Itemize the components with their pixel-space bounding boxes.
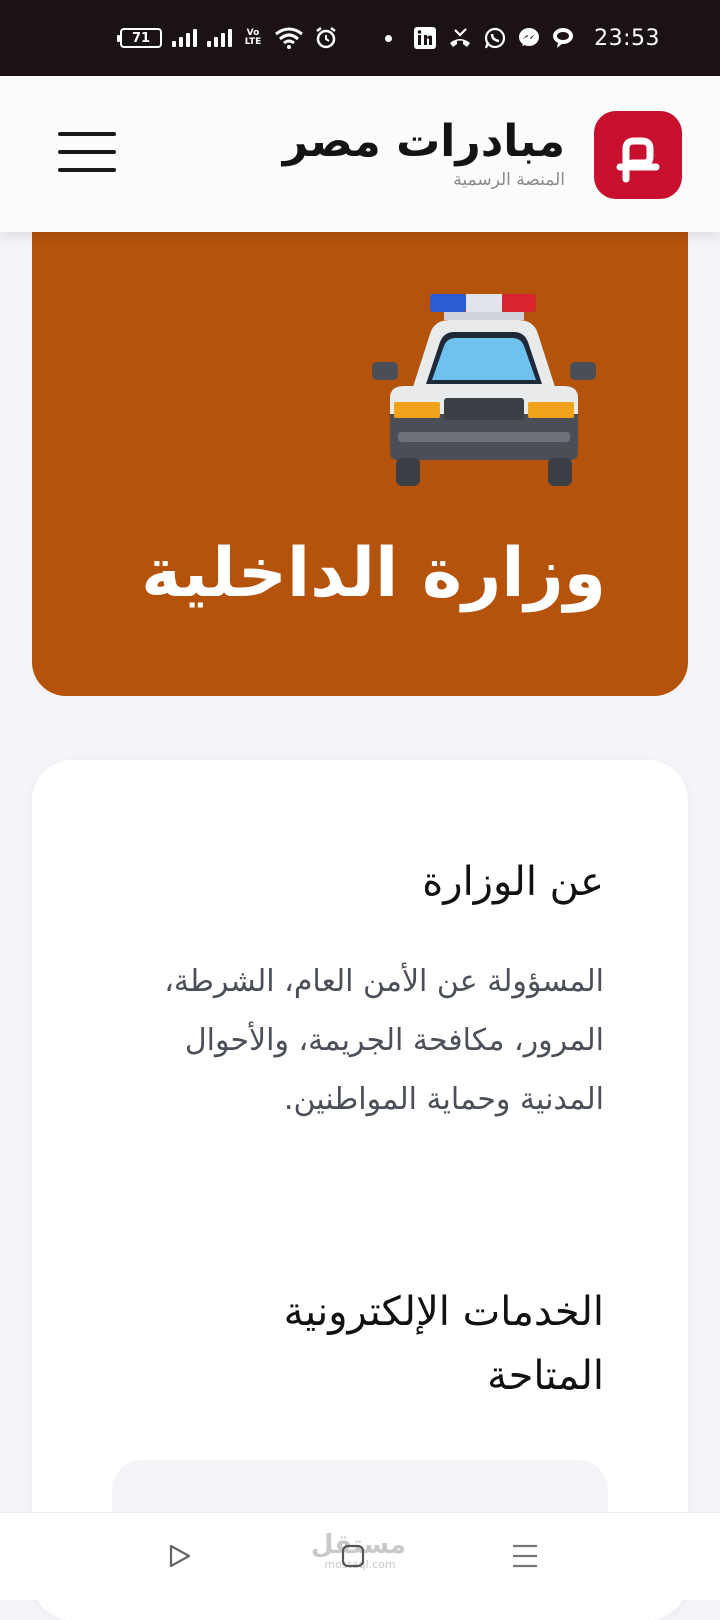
hamburger-icon [58, 132, 116, 136]
signal-icon [172, 29, 197, 47]
about-description: المسؤولة عن الأمن العام، الشرطة، المرور،… [164, 964, 604, 1117]
back-button[interactable] [168, 1543, 192, 1573]
notification-dot [385, 34, 393, 42]
linkedin-icon [414, 27, 437, 49]
hamburger-menu-button[interactable] [58, 132, 116, 172]
clock: 23:53 [594, 25, 660, 51]
home-button[interactable] [341, 1544, 365, 1572]
ministry-title: وزارة الداخلية [141, 534, 606, 613]
app-title: مبادرات مصر [282, 116, 565, 167]
messenger-icon [518, 27, 540, 49]
back-icon [169, 1544, 191, 1568]
signal-icon [207, 29, 232, 47]
services-title: الخدمات الإلكترونية المتاحة [283, 1289, 604, 1399]
chat-icon [552, 27, 574, 49]
hamburger-icon [58, 168, 116, 172]
recent-apps-button[interactable] [511, 1543, 539, 1573]
recent-apps-icon [513, 1544, 537, 1568]
status-bar: 71 Vo LTE 23:53 [0, 0, 720, 76]
hamburger-icon [58, 150, 116, 154]
missed-call-icon [448, 27, 472, 49]
wifi-icon [274, 26, 304, 50]
system-navigation-bar: مستقل mostaql.com [0, 1512, 720, 1600]
brand[interactable]: مبادرات مصر المنصة الرسمية [283, 116, 565, 190]
about-title: عن الوزارة [422, 859, 604, 905]
police-car-icon [372, 294, 596, 486]
app-subtitle: المنصة الرسمية [453, 170, 565, 190]
alarm-icon [314, 26, 338, 50]
volte-icon: Vo LTE [244, 28, 262, 47]
battery-icon: 71 [117, 28, 162, 48]
status-right: 23:53 [385, 0, 660, 76]
battery-level: 71 [131, 30, 151, 46]
ministry-hero-card: وزارة الداخلية [32, 232, 688, 696]
logo-mark-icon [616, 137, 660, 183]
app-header: مبادرات مصر المنصة الرسمية [0, 76, 720, 232]
ministry-info-card: عن الوزارة المسؤولة عن الأمن العام، الشر… [32, 760, 688, 1620]
home-icon [341, 1544, 365, 1568]
whatsapp-icon [484, 27, 506, 49]
app-logo[interactable] [594, 111, 682, 199]
status-left: 71 Vo LTE [117, 0, 338, 76]
